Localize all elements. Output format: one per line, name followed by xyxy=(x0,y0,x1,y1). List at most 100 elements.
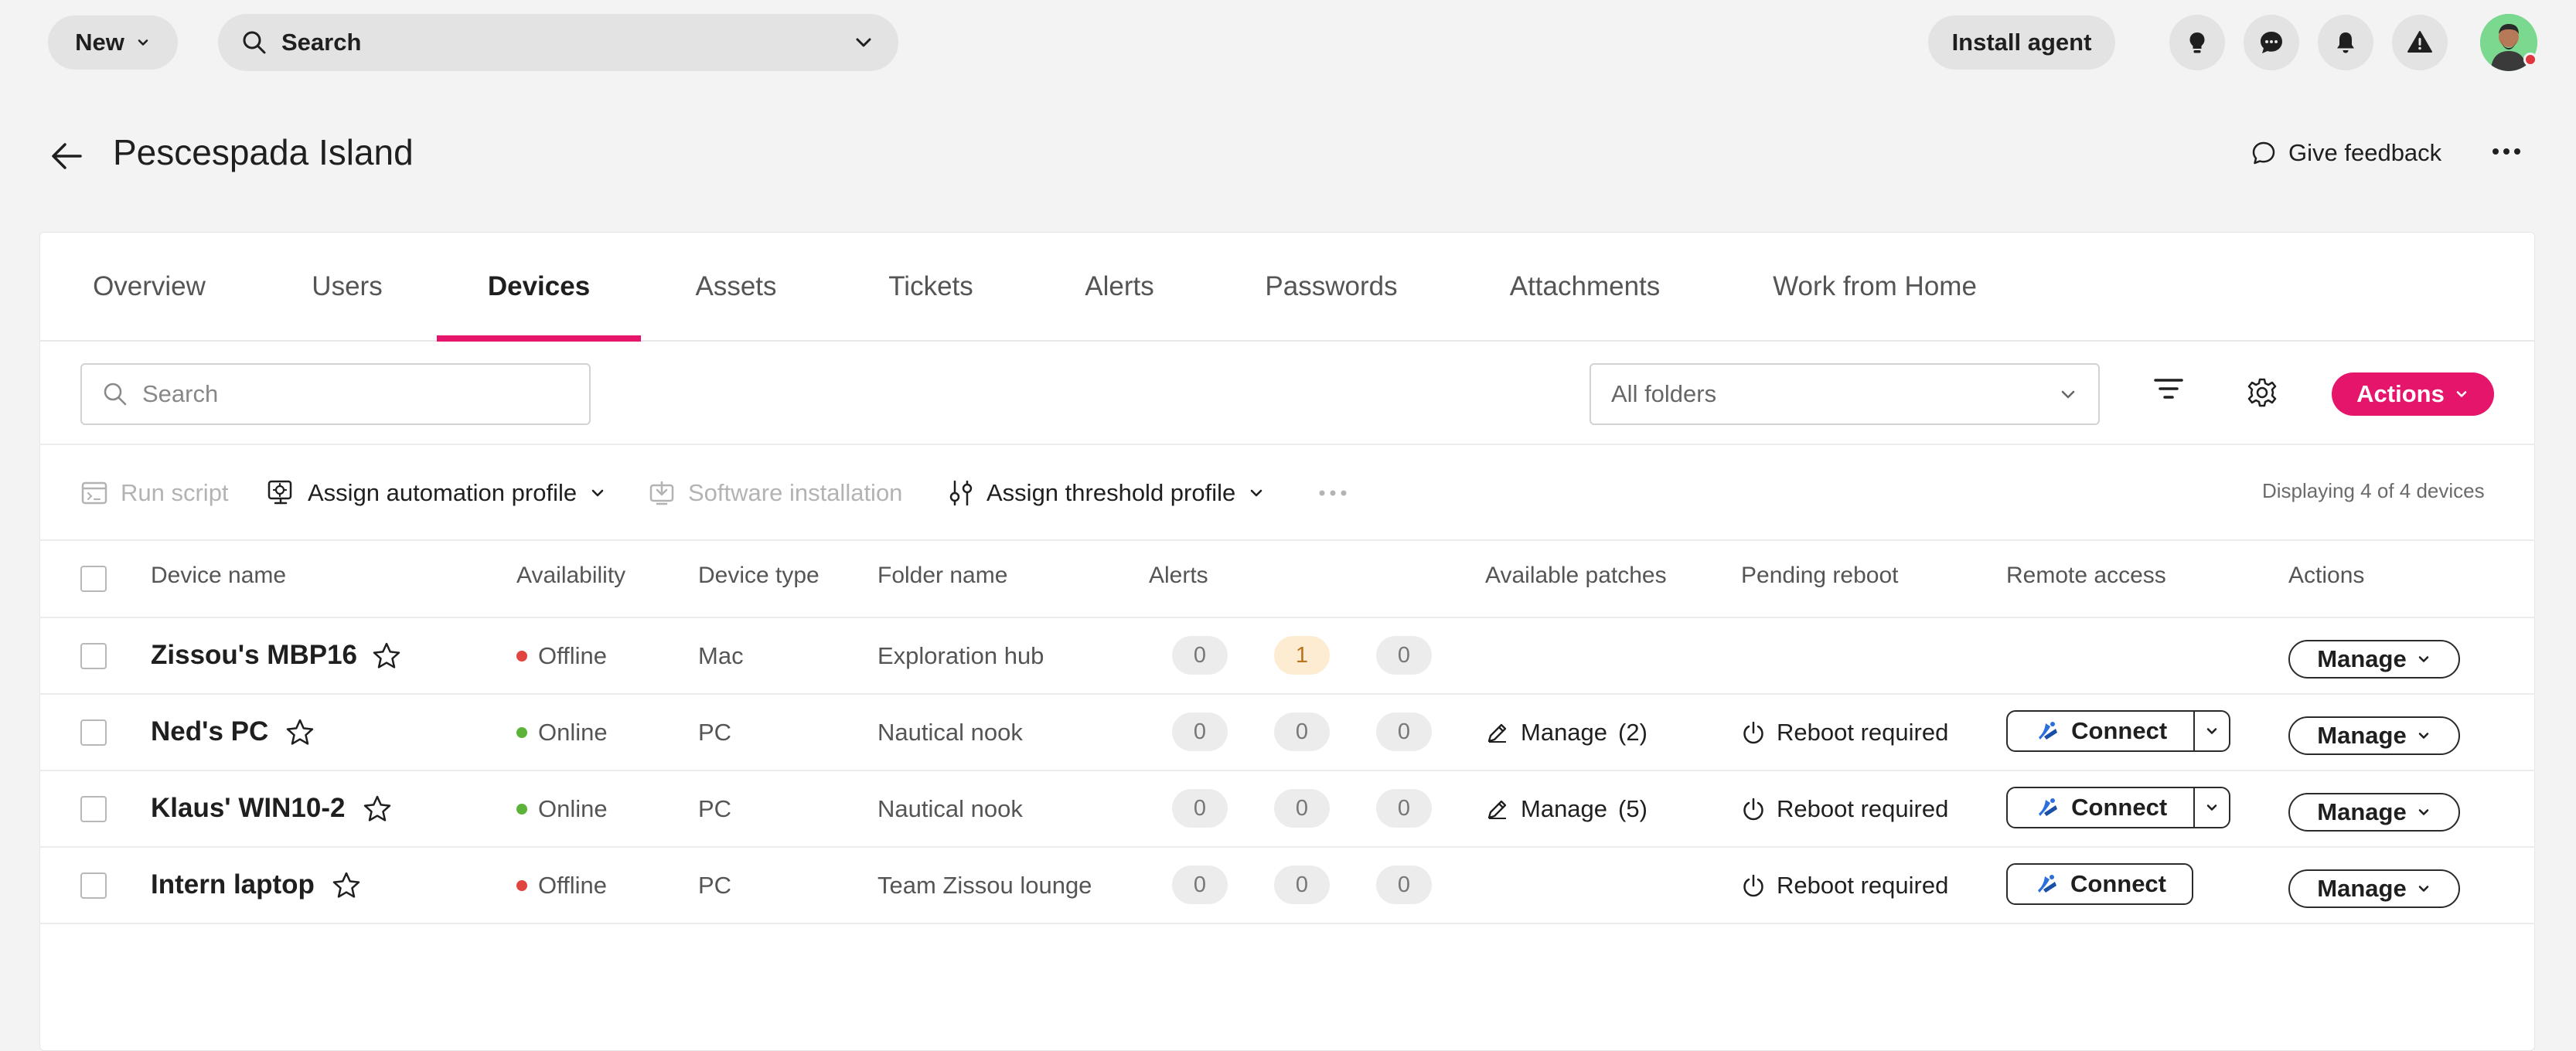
search-icon xyxy=(102,381,128,407)
manage-patches-label: Manage xyxy=(1521,795,1608,822)
alert-count-critical[interactable]: 0 xyxy=(1172,866,1228,904)
tab-tickets[interactable]: Tickets xyxy=(867,232,994,342)
star-icon[interactable] xyxy=(371,641,402,672)
device-name[interactable]: Ned's PC xyxy=(151,716,268,747)
tab-attachments[interactable]: Attachments xyxy=(1491,232,1679,342)
alert-count-warning[interactable]: 0 xyxy=(1274,866,1330,904)
manage-button[interactable]: Manage xyxy=(2288,640,2460,679)
install-agent-button[interactable]: Install agent xyxy=(1928,15,2115,70)
manage-button-label: Manage xyxy=(2317,722,2407,749)
tab-alerts-label: Alerts xyxy=(1085,271,1154,301)
chat-icon[interactable] xyxy=(2244,15,2299,70)
header-availability[interactable]: Availability xyxy=(516,563,625,589)
warning-icon[interactable] xyxy=(2392,15,2448,70)
header-pending-reboot[interactable]: Pending reboot xyxy=(1741,563,1899,589)
alert-count-warning[interactable]: 0 xyxy=(1274,713,1330,751)
connect-button[interactable]: Connect xyxy=(2008,788,2193,827)
back-arrow-icon[interactable] xyxy=(49,141,83,172)
chevron-down-icon[interactable] xyxy=(852,31,875,54)
gear-icon[interactable] xyxy=(2247,377,2278,408)
pencil-icon xyxy=(1485,797,1510,821)
status-indicator xyxy=(2523,53,2537,66)
lightbulb-icon[interactable] xyxy=(2169,15,2225,70)
remote-connect-icon xyxy=(2034,794,2060,821)
tab-passwords[interactable]: Passwords xyxy=(1246,232,1416,342)
tab-tickets-label: Tickets xyxy=(888,271,973,301)
page-title: Pescespada Island xyxy=(113,132,414,172)
chevron-down-icon xyxy=(2416,728,2431,743)
reboot-status: Reboot required xyxy=(1741,719,1948,747)
run-script-label: Run script xyxy=(121,479,229,506)
header-device-type[interactable]: Device type xyxy=(698,563,819,589)
filter-icon[interactable] xyxy=(2152,376,2185,403)
star-icon[interactable] xyxy=(362,794,393,825)
star-icon[interactable] xyxy=(331,870,362,901)
star-icon[interactable] xyxy=(285,717,315,748)
availability-label: Online xyxy=(538,719,608,746)
alert-count-critical[interactable]: 0 xyxy=(1172,636,1228,675)
device-name[interactable]: Zissou's MBP16 xyxy=(151,640,357,671)
folder-name[interactable]: Nautical nook xyxy=(877,795,1023,823)
toolbar-more-icon[interactable] xyxy=(1317,471,1348,515)
header-device-name[interactable]: Device name xyxy=(151,563,286,589)
alert-count-info[interactable]: 0 xyxy=(1376,789,1432,828)
row-checkbox[interactable] xyxy=(80,719,107,746)
tab-work-from-home[interactable]: Work from Home xyxy=(1753,232,1996,342)
connect-button[interactable]: Connect xyxy=(2006,863,2193,905)
device-name[interactable]: Intern laptop xyxy=(151,869,315,900)
manage-button[interactable]: Manage xyxy=(2288,869,2460,908)
global-search[interactable]: Search xyxy=(218,14,898,71)
actions-button[interactable]: Actions xyxy=(2332,372,2494,416)
manage-button-label: Manage xyxy=(2317,645,2407,672)
tab-assets[interactable]: Assets xyxy=(673,232,799,342)
connect-options-chevron-icon[interactable] xyxy=(2193,712,2229,750)
bell-icon[interactable] xyxy=(2318,15,2373,70)
tab-users-label: Users xyxy=(312,271,383,301)
connect-options-chevron-icon[interactable] xyxy=(2193,788,2229,827)
manage-patches-link[interactable]: Manage (5) xyxy=(1485,795,1647,823)
alert-count-info[interactable]: 0 xyxy=(1376,636,1432,675)
connect-label: Connect xyxy=(2071,717,2168,744)
folder-name[interactable]: Team Zissou lounge xyxy=(877,872,1092,900)
header-alerts[interactable]: Alerts xyxy=(1149,563,1208,589)
assign-threshold-profile-button[interactable]: Assign threshold profile xyxy=(948,471,1265,515)
connect-button[interactable]: Connect xyxy=(2008,712,2193,750)
chevron-down-icon xyxy=(1248,485,1265,502)
folder-name[interactable]: Nautical nook xyxy=(877,719,1023,747)
header-available-patches[interactable]: Available patches xyxy=(1485,563,1667,589)
alert-count-info[interactable]: 0 xyxy=(1376,713,1432,751)
tab-overview[interactable]: Overview xyxy=(68,232,230,342)
device-name[interactable]: Klaus' WIN10-2 xyxy=(151,793,345,824)
row-checkbox[interactable] xyxy=(80,643,107,669)
tab-alerts[interactable]: Alerts xyxy=(1067,232,1172,342)
header-remote-access[interactable]: Remote access xyxy=(2006,563,2166,589)
alert-count-warning[interactable]: 0 xyxy=(1274,789,1330,828)
folder-select[interactable]: All folders xyxy=(1590,363,2100,425)
tab-devices[interactable]: Devices xyxy=(437,232,641,342)
row-checkbox[interactable] xyxy=(80,872,107,899)
manage-button[interactable]: Manage xyxy=(2288,793,2460,832)
manage-button-label: Manage xyxy=(2317,798,2407,825)
run-script-button[interactable]: Run script xyxy=(80,471,229,515)
availability-status: Online xyxy=(516,795,608,823)
more-options-icon[interactable] xyxy=(2491,147,2522,156)
alert-count-warning[interactable]: 1 xyxy=(1274,636,1330,675)
header-folder-name[interactable]: Folder name xyxy=(877,563,1007,589)
script-icon xyxy=(80,480,108,506)
new-button[interactable]: New xyxy=(48,15,178,70)
tab-users[interactable]: Users xyxy=(281,232,413,342)
software-installation-button[interactable]: Software installation xyxy=(648,471,902,515)
manage-button[interactable]: Manage xyxy=(2288,716,2460,755)
manage-patches-link[interactable]: Manage (2) xyxy=(1485,719,1647,747)
alert-count-critical[interactable]: 0 xyxy=(1172,789,1228,828)
alert-count-info[interactable]: 0 xyxy=(1376,866,1432,904)
select-all-checkbox[interactable] xyxy=(80,566,107,592)
alert-count-critical[interactable]: 0 xyxy=(1172,713,1228,751)
folder-name[interactable]: Exploration hub xyxy=(877,642,1044,670)
give-feedback-link[interactable]: Give feedback xyxy=(2250,139,2441,167)
device-search-input[interactable]: Search xyxy=(80,363,591,425)
row-checkbox[interactable] xyxy=(80,796,107,822)
manage-button-label: Manage xyxy=(2317,875,2407,902)
assign-automation-profile-button[interactable]: Assign automation profile xyxy=(266,471,606,515)
power-icon xyxy=(1741,797,1766,821)
